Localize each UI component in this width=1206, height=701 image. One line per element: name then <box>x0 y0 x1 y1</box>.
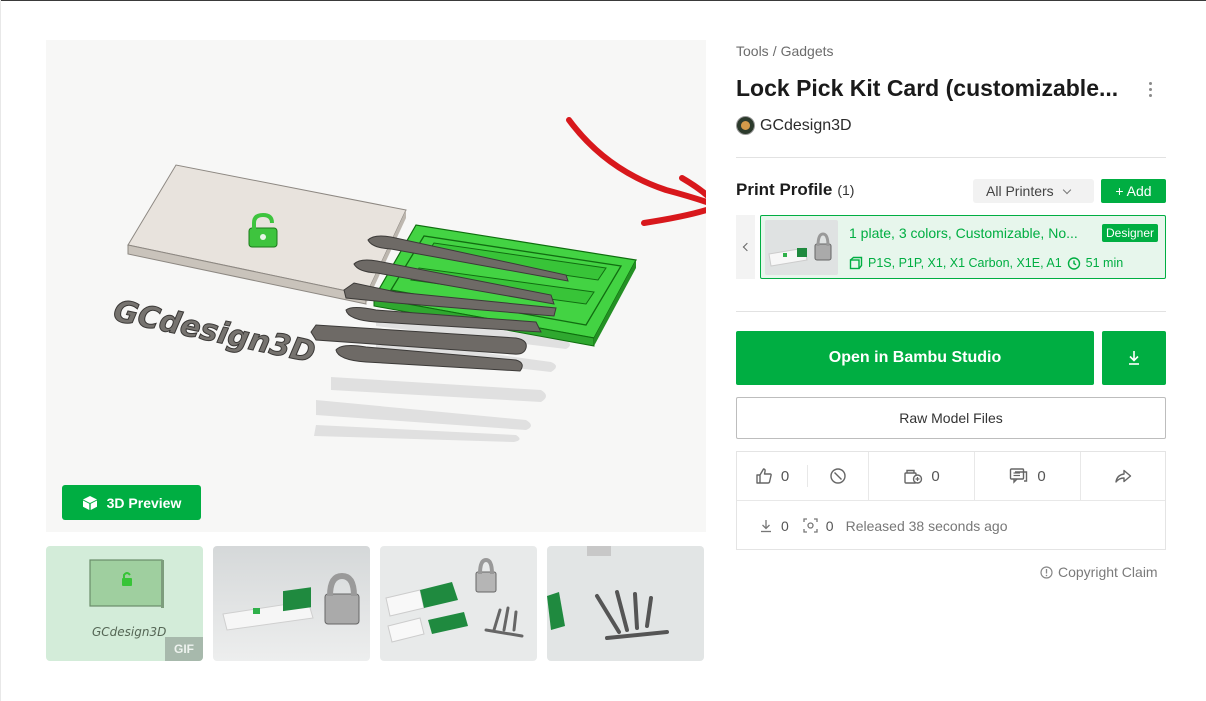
profile-name: 1 plate, 3 colors, Customizable, No... <box>849 225 1078 241</box>
download-button[interactable] <box>1102 331 1166 385</box>
block-icon <box>830 468 846 484</box>
download-icon <box>761 519 771 532</box>
profile-time: 51 min <box>1085 256 1124 270</box>
comment-icon <box>1010 468 1028 484</box>
boosts-count: 0 <box>931 467 940 485</box>
printer-icon <box>849 256 863 270</box>
thumb-photo-2[interactable] <box>380 546 537 661</box>
share-icon <box>1115 469 1132 483</box>
thumb-photo-2-image <box>380 546 537 661</box>
open-in-bambu-studio-button[interactable]: Open in Bambu Studio <box>736 331 1094 385</box>
divider <box>736 157 1166 158</box>
print-profile-heading: Print Profile (1) <box>736 180 854 200</box>
raw-model-files-button[interactable]: Raw Model Files <box>736 397 1166 439</box>
gif-badge: GIF <box>165 637 203 661</box>
download-icon <box>1129 351 1139 365</box>
thumb-photo-1-image <box>213 546 370 661</box>
released-time: Released 38 seconds ago <box>845 517 1008 534</box>
3d-preview-button[interactable]: 3D Preview <box>62 485 201 520</box>
info-icon <box>1040 565 1053 579</box>
profile-prev-button[interactable] <box>736 215 755 279</box>
printer-filter-value: All Printers <box>986 183 1054 199</box>
thumbnail-strip: GCdesign3D GIF <box>46 546 704 661</box>
author-link[interactable]: GCdesign3D <box>736 116 852 135</box>
breadcrumb-separator: / <box>772 43 777 59</box>
author-name: GCdesign3D <box>760 116 852 134</box>
profile-card[interactable]: 1 plate, 3 colors, Customizable, No... D… <box>760 215 1166 279</box>
divider <box>736 311 1166 312</box>
thumb-photo-3-image <box>547 546 704 661</box>
stats-panel: 0 0 0 0 0 Released 38 seconds ago <box>736 451 1166 550</box>
boost-icon <box>904 469 923 484</box>
printer-filter-dropdown[interactable]: All Printers <box>973 179 1094 203</box>
dislike-button[interactable] <box>808 452 868 500</box>
copyright-claim-link[interactable]: Copyright Claim <box>1040 564 1158 580</box>
thumb-gif-caption: GCdesign3D <box>92 625 167 639</box>
window-left-border <box>0 0 1 701</box>
boost-button[interactable]: 0 <box>869 452 974 500</box>
model-hero-image[interactable]: GCdesign3D <box>46 40 706 532</box>
copyright-claim-label: Copyright Claim <box>1058 564 1158 580</box>
downloads-count: 0 <box>781 517 789 534</box>
thumbs-up-icon <box>756 468 772 484</box>
chevron-down-icon <box>1062 185 1071 194</box>
hero-watermark: GCdesign3D <box>110 294 318 371</box>
thumb-gif[interactable]: GCdesign3D GIF <box>46 546 203 661</box>
clock-icon <box>1067 257 1080 270</box>
prints-count: 0 <box>825 517 834 534</box>
print-count-icon <box>803 518 818 533</box>
like-button[interactable]: 0 <box>737 452 807 500</box>
breadcrumb-subcategory[interactable]: Gadgets <box>781 43 834 59</box>
kebab-icon[interactable] <box>1141 80 1159 98</box>
likes-count: 0 <box>780 467 790 485</box>
avatar <box>736 116 755 135</box>
profile-printers: P1S, P1P, X1, X1 Carbon, X1E, A1 <box>868 256 1062 270</box>
print-profile-title: Print Profile <box>736 180 833 199</box>
print-profile-count: (1) <box>837 182 855 198</box>
profile-meta: P1S, P1P, X1, X1 Carbon, X1E, A1 51 min <box>849 256 1123 270</box>
model-title: Lock Pick Kit Card (customizable... <box>736 75 1119 101</box>
chevron-left-icon <box>742 242 752 252</box>
model-render: GCdesign3D <box>110 117 706 442</box>
profile-thumbnail <box>765 220 838 275</box>
stats-actions-row: 0 0 0 <box>737 452 1165 501</box>
share-button[interactable] <box>1081 452 1165 500</box>
thumb-photo-1[interactable] <box>213 546 370 661</box>
comments-count: 0 <box>1037 467 1046 485</box>
stats-info-row: 0 0 Released 38 seconds ago <box>737 501 1008 550</box>
cube-icon <box>82 495 97 510</box>
breadcrumb: Tools / Gadgets <box>736 43 834 59</box>
thumb-photo-3[interactable] <box>547 546 704 661</box>
add-profile-button[interactable]: + Add <box>1101 179 1166 203</box>
profile-thumb-image <box>765 220 838 275</box>
designer-badge: Designer <box>1102 224 1159 242</box>
3d-preview-label: 3D Preview <box>106 494 182 511</box>
comments-button[interactable]: 0 <box>975 452 1080 500</box>
window-top-border <box>0 0 1206 1</box>
breadcrumb-category[interactable]: Tools <box>736 43 769 59</box>
